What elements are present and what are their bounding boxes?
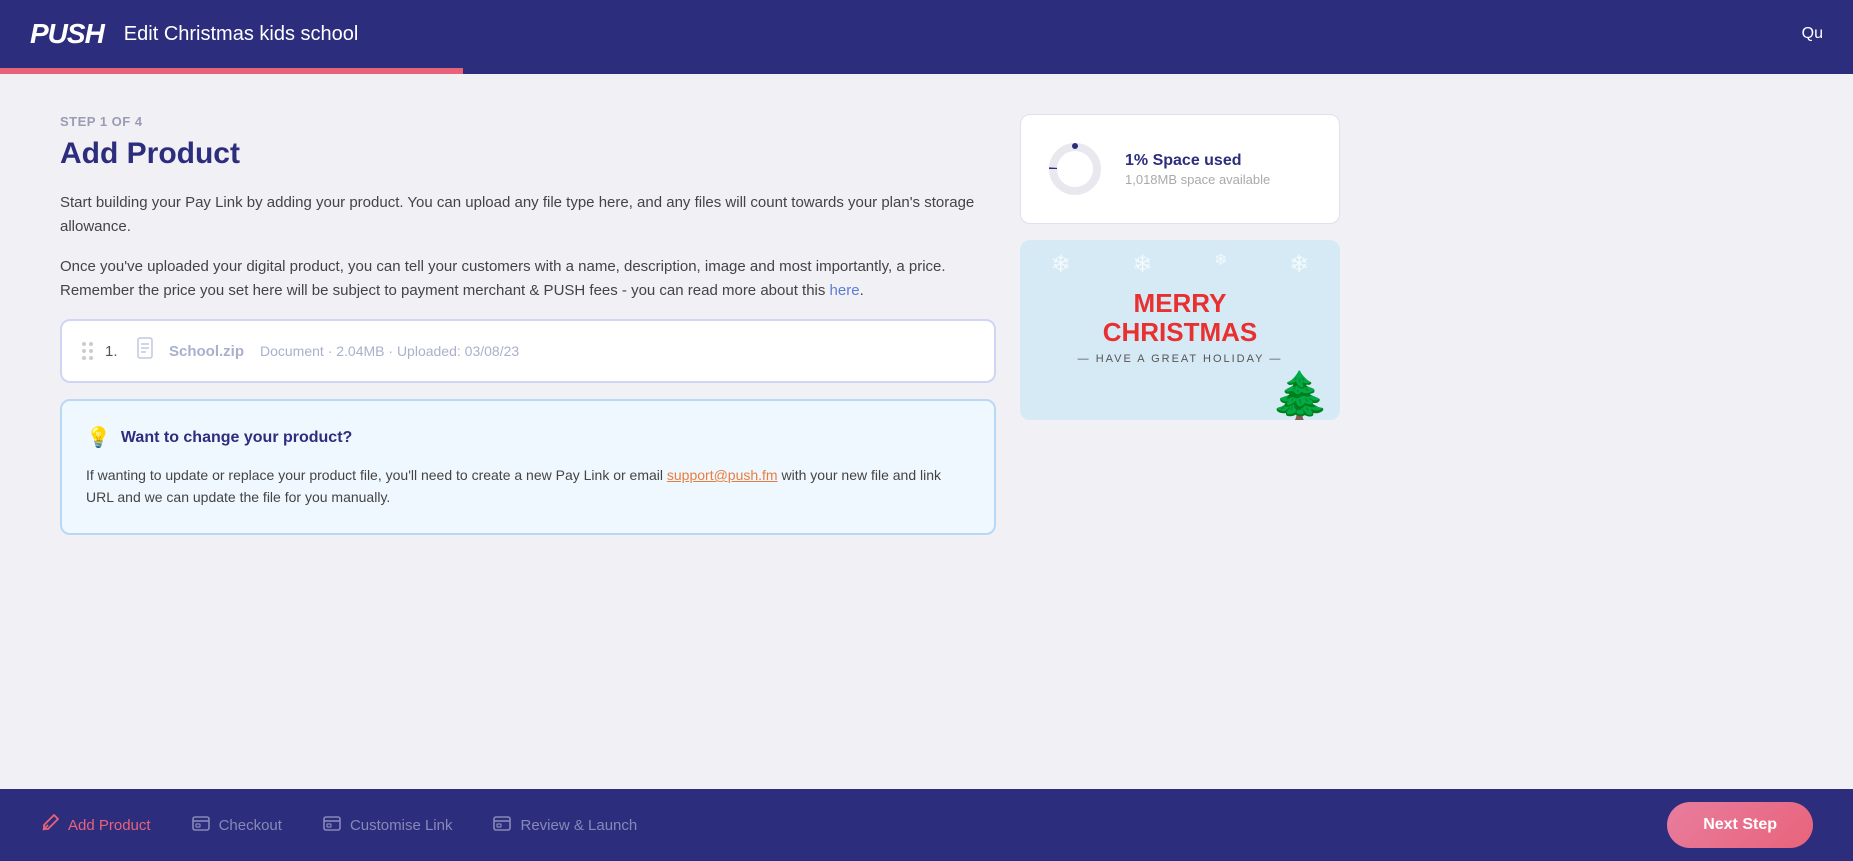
nav-item-review-launch[interactable]: Review & Launch — [492, 813, 637, 838]
christmas-text: CHRISTMAS — [1103, 318, 1258, 347]
info-box: 💡 Want to change your product? If wantin… — [60, 399, 996, 535]
info-box-text: If wanting to update or replace your pro… — [86, 464, 970, 509]
nav-label-review-launch: Review & Launch — [520, 817, 637, 834]
header: PUSH Edit Christmas kids school Qu — [0, 0, 1853, 68]
nav-item-customise-link[interactable]: Customise Link — [322, 813, 453, 838]
merry-text: MERRY — [1134, 289, 1227, 318]
info-box-title: Want to change your product? — [121, 429, 352, 447]
main-content: STEP 1 OF 4 Add Product Start building y… — [0, 74, 1400, 635]
nav-label-checkout: Checkout — [219, 817, 282, 834]
file-meta: Document · 2.04MB · Uploaded: 03/08/23 — [260, 343, 519, 359]
quit-button[interactable]: Qu — [1802, 25, 1823, 43]
page-title: Add Product — [60, 137, 996, 171]
here-link[interactable]: here — [830, 282, 860, 299]
nav-item-checkout[interactable]: Checkout — [191, 813, 282, 838]
checkout-icon — [191, 813, 211, 838]
description-1: Start building your Pay Link by adding y… — [60, 191, 996, 239]
right-panel: 1% Space used 1,018MB space available ❄❄… — [1020, 114, 1340, 535]
space-info: 1% Space used 1,018MB space available — [1125, 152, 1270, 187]
christmas-preview-card: ❄❄❄❄ MERRY CHRISTMAS — HAVE A GREAT HOLI… — [1020, 240, 1340, 420]
lightbulb-icon: 💡 — [86, 425, 111, 450]
file-document-icon — [137, 337, 157, 365]
drag-dot — [82, 342, 86, 346]
page-header-title: Edit Christmas kids school — [124, 23, 359, 46]
step-label: STEP 1 OF 4 — [60, 114, 996, 129]
drag-dot — [89, 342, 93, 346]
drag-handle[interactable] — [82, 342, 93, 360]
customise-link-icon — [322, 813, 342, 838]
nav-label-customise-link: Customise Link — [350, 817, 453, 834]
nav-label-add-product: Add Product — [68, 817, 151, 834]
file-item: 1. School.zip Document · 2.04MB · Upload… — [82, 337, 974, 365]
file-name: School.zip — [169, 343, 244, 360]
file-list-container: 1. School.zip Document · 2.04MB · Upload… — [60, 319, 996, 383]
left-panel: STEP 1 OF 4 Add Product Start building y… — [60, 114, 996, 535]
nav-item-add-product[interactable]: Add Product — [40, 813, 151, 838]
drag-dot — [89, 349, 93, 353]
logo: PUSH — [30, 18, 104, 50]
drag-dot — [82, 349, 86, 353]
drag-dot — [82, 356, 86, 360]
drag-dot — [89, 356, 93, 360]
next-step-button[interactable]: Next Step — [1667, 802, 1813, 848]
review-launch-icon — [492, 813, 512, 838]
file-number: 1. — [105, 343, 125, 360]
space-card: 1% Space used 1,018MB space available — [1020, 114, 1340, 224]
info-box-header: 💡 Want to change your product? — [86, 425, 970, 450]
christmas-tree-icon: 🌲 — [1270, 368, 1330, 420]
space-available-label: 1,018MB space available — [1125, 172, 1270, 187]
christmas-divider: — HAVE A GREAT HOLIDAY — — [1078, 353, 1283, 365]
description-2: Once you've uploaded your digital produc… — [60, 255, 996, 303]
add-product-icon — [40, 813, 60, 838]
support-email-link[interactable]: support@push.fm — [667, 467, 778, 483]
space-used-label: 1% Space used — [1125, 152, 1270, 170]
donut-chart — [1045, 139, 1105, 199]
footer-nav: Add Product Checkout Customise Link — [0, 789, 1853, 861]
